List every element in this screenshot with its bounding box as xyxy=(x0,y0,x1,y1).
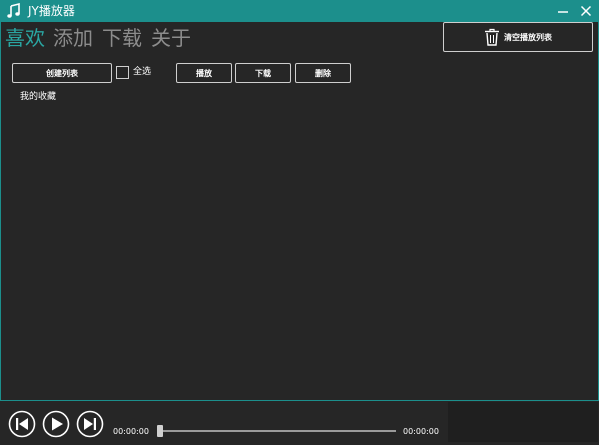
select-all-checkbox[interactable] xyxy=(116,66,129,79)
current-time: 00:00:00 xyxy=(113,427,149,436)
clear-playlist-label: 清空播放列表 xyxy=(504,32,552,42)
previous-icon[interactable] xyxy=(8,410,36,438)
trash-icon xyxy=(485,28,499,46)
next-icon[interactable] xyxy=(76,410,104,438)
list-item[interactable]: 我的收藏 xyxy=(20,90,56,104)
total-time: 00:00:00 xyxy=(403,427,439,436)
tab-about[interactable]: 关于 xyxy=(151,24,191,52)
player-extra-area xyxy=(448,402,598,442)
window-title: JY播放器 xyxy=(28,4,75,18)
minimize-icon[interactable] xyxy=(555,3,571,19)
select-all-label: 全选 xyxy=(133,67,152,77)
tab-favorites[interactable]: 喜欢 xyxy=(5,24,45,52)
download-button[interactable]: 下载 xyxy=(235,63,291,83)
clear-playlist-button[interactable]: 清空播放列表 xyxy=(443,22,593,52)
title-bar: JY播放器 xyxy=(0,0,599,22)
progress-track[interactable] xyxy=(158,430,396,432)
progress-thumb[interactable] xyxy=(157,425,163,437)
close-icon[interactable] xyxy=(578,3,594,19)
window-frame xyxy=(0,22,599,443)
tab-add[interactable]: 添加 xyxy=(53,24,93,52)
music-note-icon xyxy=(7,3,20,18)
create-list-button[interactable]: 创建列表 xyxy=(12,63,112,83)
play-icon[interactable] xyxy=(42,410,70,438)
delete-button[interactable]: 删除 xyxy=(295,63,351,83)
tab-download[interactable]: 下载 xyxy=(102,24,142,52)
play-button[interactable]: 播放 xyxy=(176,63,232,83)
